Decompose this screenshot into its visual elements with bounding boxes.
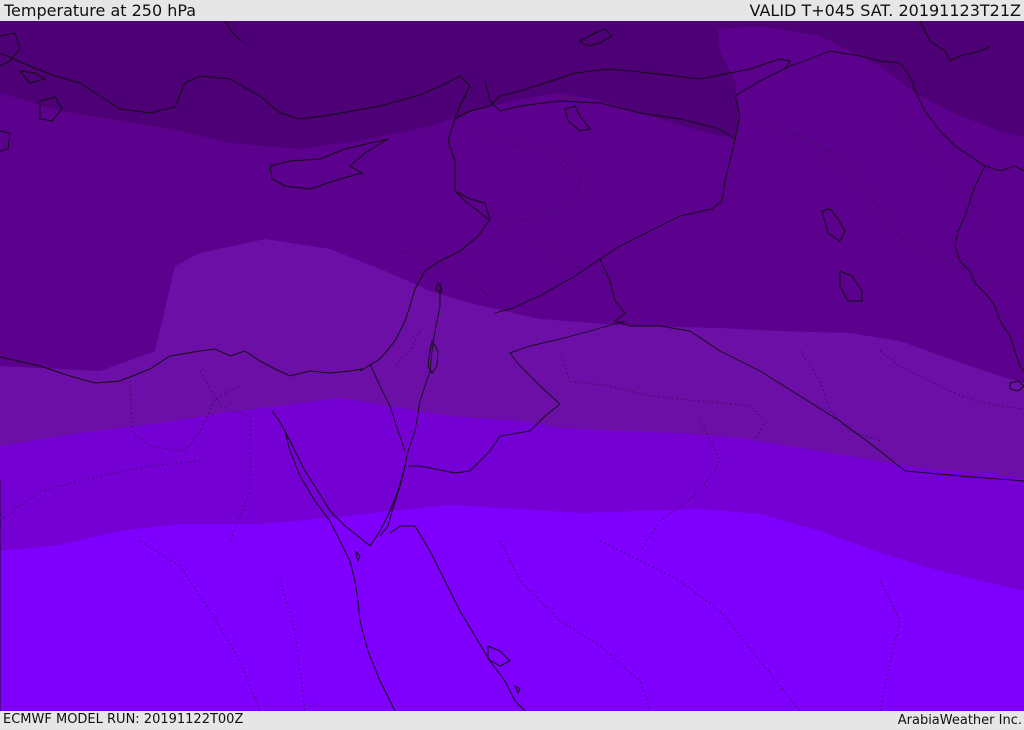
temperature-map[interactable] (0, 21, 1024, 711)
map-area[interactable] (0, 21, 1024, 711)
map-title: Temperature at 250 hPa (4, 1, 197, 20)
footer-bar: ECMWF MODEL RUN: 20191122T00Z ArabiaWeat… (0, 711, 1024, 729)
model-run-label: ECMWF MODEL RUN: 20191122T00Z (3, 712, 244, 727)
header-bar: Temperature at 250 hPa VALID T+045 SAT. … (0, 0, 1024, 21)
credit-label: ArabiaWeather Inc. (897, 713, 1022, 728)
valid-time: VALID T+045 SAT. 20191123T21Z (749, 1, 1021, 20)
